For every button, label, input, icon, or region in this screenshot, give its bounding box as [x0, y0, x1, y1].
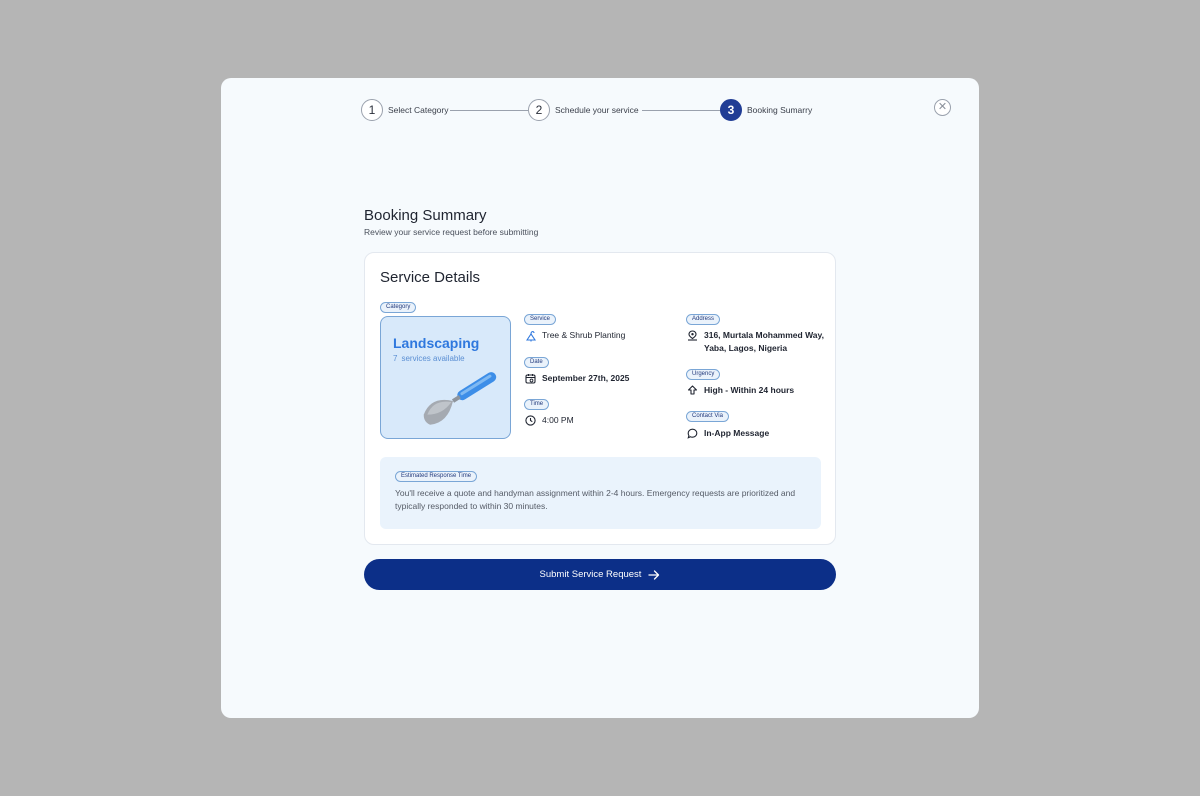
page-subtitle: Review your service request before submi… — [364, 227, 539, 237]
contact-row: In-App Message — [686, 427, 769, 440]
date-value: September 27th, 2025 — [542, 373, 630, 383]
time-chip: Time — [524, 399, 550, 410]
category-count-label: services available — [401, 354, 465, 363]
step-label: Select Category — [388, 105, 449, 115]
step-number: 3 — [720, 99, 742, 121]
step-connector — [450, 109, 528, 111]
step-number: 1 — [361, 99, 383, 121]
step-label: Booking Sumarry — [747, 105, 813, 115]
plant-icon — [524, 329, 537, 342]
category-count: 7 services available — [393, 354, 469, 363]
date-chip: Date — [524, 357, 549, 368]
response-time-text: You'll receive a quote and handyman assi… — [395, 488, 796, 511]
step-select-category[interactable]: 1 Select Category — [361, 98, 448, 122]
trowel-icon — [423, 372, 497, 425]
stepper: 1 Select Category 2 Schedule your servic… — [361, 98, 821, 122]
category-chip: Category — [380, 302, 417, 313]
clock-icon — [524, 414, 537, 427]
service-value: Tree & Shrub Planting — [542, 330, 626, 340]
service-details-card: Service Details Category Landscaping 7 se… — [364, 252, 836, 545]
service-row: Tree & Shrub Planting — [524, 329, 625, 342]
time-row: 4:00 PM — [524, 414, 574, 427]
category-name: Landscaping — [393, 335, 480, 351]
submit-label: Submit Service Request — [539, 569, 642, 580]
date-row: September 27th, 2025 — [524, 372, 629, 385]
card-title: Service Details — [380, 269, 481, 286]
service-chip: Service — [524, 314, 557, 325]
category-card: Landscaping 7 services available — [380, 316, 511, 439]
arrow-up-icon — [686, 384, 699, 397]
contact-chip: Contact Via — [686, 411, 729, 422]
address-chip: Address — [686, 314, 721, 325]
submit-service-request-button[interactable]: Submit Service Request — [364, 559, 836, 590]
urgency-row: High - Within 24 hours — [686, 384, 794, 397]
contact-value: In-App Message — [704, 428, 770, 438]
time-value: 4:00 PM — [542, 415, 574, 425]
category-count-number: 7 — [393, 354, 398, 363]
urgency-chip: Urgency — [686, 369, 721, 380]
page-title: Booking Summary — [364, 207, 487, 224]
close-button[interactable]: ✕ — [934, 99, 951, 116]
step-label: Schedule your service — [555, 105, 639, 115]
step-booking-summary[interactable]: 3 Booking Sumarry — [720, 98, 812, 122]
address-line-1: 316, Murtala Mohammed Way, — [704, 330, 824, 340]
address-value: 316, Murtala Mohammed Way, Yaba, Lagos, N… — [704, 329, 824, 355]
response-time-chip: Estimated Response Time — [395, 471, 478, 482]
step-number: 2 — [528, 99, 550, 121]
calendar-icon — [524, 372, 537, 385]
response-time-box: Estimated Response Time You'll receive a… — [380, 457, 821, 529]
address-line-2: Yaba, Lagos, Nigeria — [704, 343, 788, 353]
location-icon — [686, 329, 699, 342]
close-icon: ✕ — [937, 101, 948, 113]
step-connector — [642, 109, 720, 111]
arrow-right-icon — [648, 569, 660, 580]
booking-modal: 1 Select Category 2 Schedule your servic… — [221, 78, 979, 718]
address-row: 316, Murtala Mohammed Way, Yaba, Lagos, N… — [686, 329, 824, 355]
chat-icon — [686, 427, 699, 440]
urgency-value: High - Within 24 hours — [704, 385, 795, 395]
step-schedule-service[interactable]: 2 Schedule your service — [528, 98, 639, 122]
